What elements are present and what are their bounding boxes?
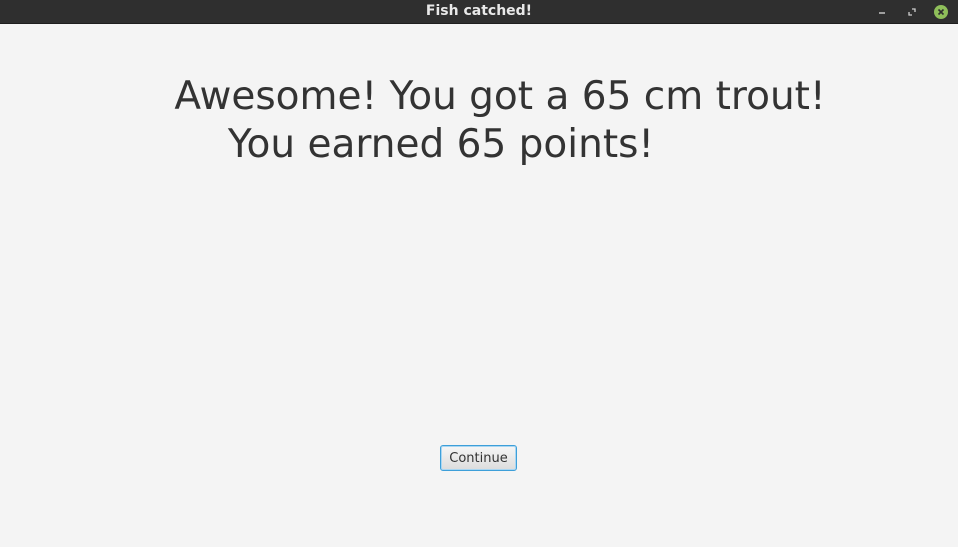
maximize-icon[interactable] (904, 4, 919, 19)
dialog-content: Awesome! You got a 65 cm trout! You earn… (0, 24, 958, 547)
minimize-icon[interactable] (874, 4, 889, 19)
catch-message-line-1: Awesome! You got a 65 cm trout! (174, 74, 826, 119)
fish-catched-window: Fish catched! Awesome! You got a 65 cm t… (0, 0, 958, 547)
close-button[interactable] (933, 4, 948, 19)
catch-message-line-2: You earned 65 points! (227, 122, 655, 167)
catch-message: Awesome! You got a 65 cm trout! You earn… (140, 73, 860, 169)
window-title: Fish catched! (425, 3, 533, 19)
continue-button[interactable]: Continue (440, 445, 517, 471)
close-icon (933, 4, 948, 19)
title-bar[interactable]: Fish catched! (0, 0, 958, 24)
